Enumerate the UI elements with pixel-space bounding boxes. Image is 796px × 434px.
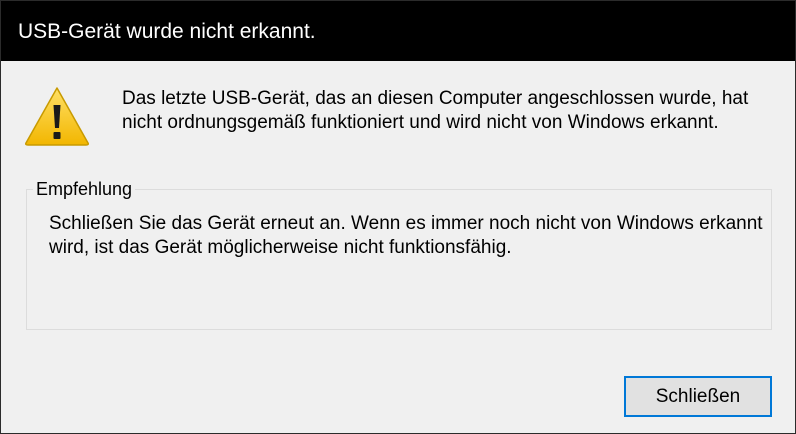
error-message: Das letzte USB-Gerät, das an diesen Comp… bbox=[122, 88, 749, 133]
dialog-title: USB-Gerät wurde nicht erkannt. bbox=[18, 20, 316, 43]
recommendation-text: Schließen Sie das Gerät erneut an. Wenn … bbox=[49, 213, 763, 258]
warning-icon bbox=[23, 85, 91, 147]
close-button[interactable]: Schließen bbox=[624, 376, 772, 417]
usb-error-dialog: USB-Gerät wurde nicht erkannt. Das letzt… bbox=[0, 0, 796, 434]
title-bar[interactable]: USB-Gerät wurde nicht erkannt. bbox=[1, 1, 795, 61]
recommendation-heading: Empfehlung bbox=[33, 179, 136, 199]
